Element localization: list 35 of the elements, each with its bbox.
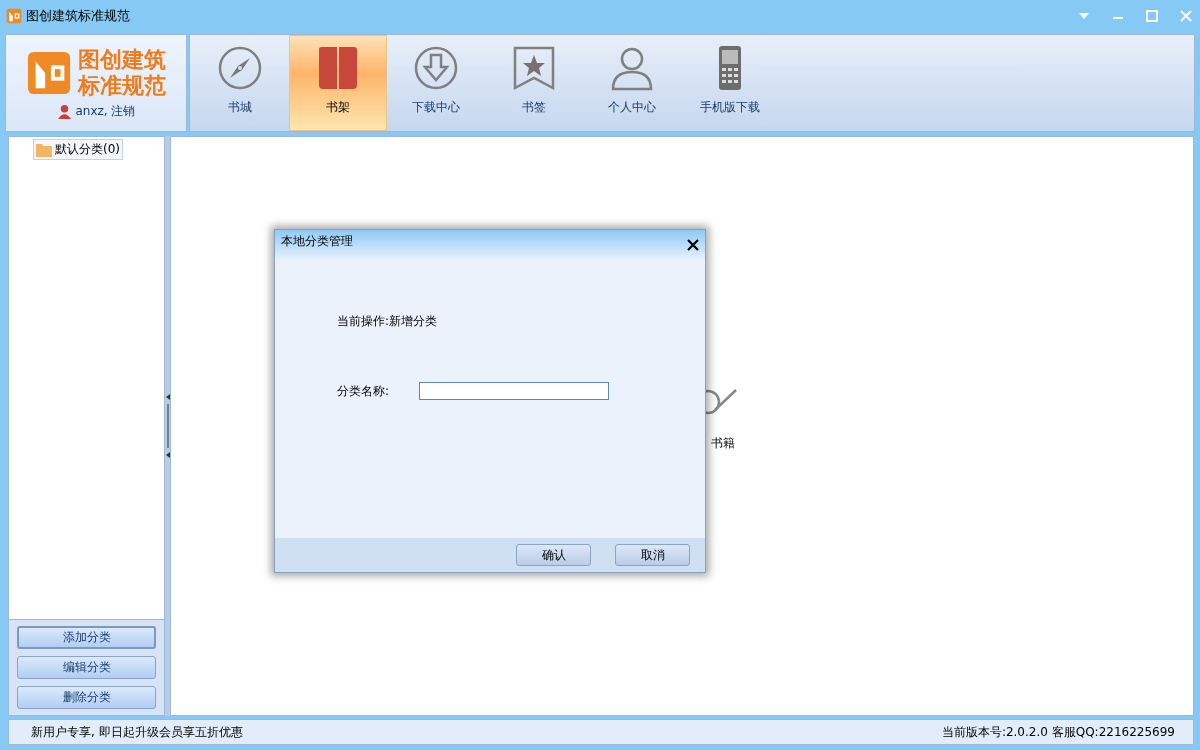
close-icon[interactable] [687,239,699,251]
brand-name: 图创建筑 [78,46,166,73]
tab[interactable]: 下载中心 [387,35,485,131]
category-button[interactable]: 删除分类 [17,686,156,709]
operation-label: 当前操作:新增分类 [337,313,439,330]
dialog-button[interactable]: 取消 [615,544,690,566]
download-icon [413,45,459,91]
category-button[interactable]: 编辑分类 [17,656,156,679]
field-label: 分类名称: [337,382,390,400]
tab[interactable]: 个人中心 [583,35,681,131]
splitter-handle[interactable] [165,136,170,716]
user-logout-link[interactable]: anxz, 注销 [75,102,136,120]
version-text: 当前版本号:2.0.2.0 客服QQ:2216225699 [941,723,1175,741]
maximize-icon[interactable] [1144,8,1160,24]
brand-name: 标准规范 [78,72,166,99]
compass-icon [217,45,263,91]
tab[interactable]: 手机版下载 [681,35,779,131]
logo-icon [6,8,22,24]
tree-item[interactable]: 默认分类(0) [33,139,123,160]
tab[interactable]: 书城 [191,35,289,131]
promo-text: 新用户专享, 即日起升级会员享五折优惠 [31,723,243,741]
tab[interactable]: 书签 [485,35,583,131]
tab[interactable]: 书架 [289,35,387,131]
bookmark-icon [511,45,557,91]
folder-icon [36,142,52,157]
category-button[interactable]: 添加分类 [17,626,156,649]
logo-icon [26,49,72,96]
name-input-field[interactable] [419,382,610,400]
empty-message: 书籍 [711,435,735,452]
window-title: 图创建筑标准规范 [26,7,130,25]
user-icon [56,103,72,119]
grip-icon [165,394,170,458]
dialog-title: 本地分类管理 [281,233,354,250]
person-icon [609,45,655,91]
dialog-button[interactable]: 确认 [516,544,591,566]
